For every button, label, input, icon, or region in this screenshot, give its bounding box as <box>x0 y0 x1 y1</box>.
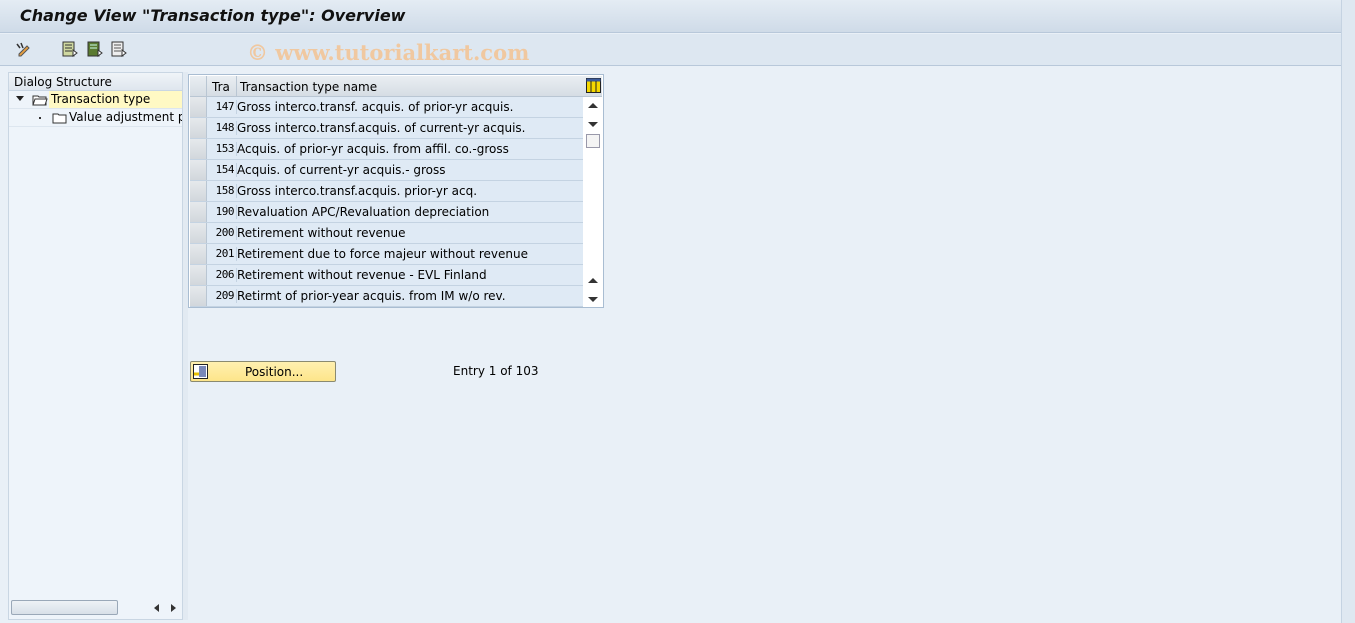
cell-name: Gross interco.transf. acquis. of prior-y… <box>236 100 581 114</box>
row-selector[interactable] <box>190 181 207 201</box>
row-selector[interactable] <box>190 118 207 138</box>
column-header-tra[interactable]: Tra <box>212 80 230 94</box>
row-selector[interactable] <box>190 286 207 306</box>
row-selector[interactable] <box>190 97 207 117</box>
row-selector[interactable] <box>190 160 207 180</box>
scroll-right-icon[interactable] <box>171 604 176 612</box>
scroll-thumb[interactable] <box>11 600 118 615</box>
cell-tra: 201 <box>215 247 235 260</box>
edit-glasses-icon[interactable] <box>15 41 31 57</box>
select-block-icon[interactable] <box>87 41 103 57</box>
title-bar: Change View "Transaction type": Overview <box>0 0 1341 33</box>
dialog-structure-panel: Dialog Structure Transaction type Value … <box>8 72 183 620</box>
tree-node-value-adjustment[interactable]: Value adjustment pro <box>9 109 182 127</box>
open-folder-icon <box>32 95 48 106</box>
tree-node-transaction-type[interactable]: Transaction type <box>9 91 182 109</box>
scroll-down-icon[interactable] <box>588 122 598 127</box>
row-selector[interactable] <box>190 139 207 159</box>
select-all-icon[interactable] <box>62 41 78 57</box>
column-settings-icon[interactable] <box>586 78 601 93</box>
folder-icon <box>52 113 67 124</box>
tree-node-label: Value adjustment pro <box>69 110 182 124</box>
table-row[interactable]: 209 Retirmt of prior-year acquis. from IM… <box>190 286 583 307</box>
cell-name: Gross interco.transf.acquis. prior-yr ac… <box>236 184 581 198</box>
scroll-page-down-icon[interactable] <box>588 297 598 302</box>
table-row[interactable]: 147 Gross interco.transf. acquis. of prio… <box>190 97 583 118</box>
cell-tra: 154 <box>215 163 235 176</box>
table-row[interactable]: 154 Acquis. of current-yr acquis.- gross <box>190 160 583 181</box>
expand-triangle-icon[interactable] <box>16 96 24 101</box>
cell-name: Acquis. of current-yr acquis.- gross <box>236 163 581 177</box>
cell-name: Gross interco.transf.acquis. of current-… <box>236 121 581 135</box>
table-row[interactable]: 148 Gross interco.transf.acquis. of curre… <box>190 118 583 139</box>
vertical-scrollbar[interactable] <box>583 97 603 307</box>
position-button-label: Position... <box>245 365 304 379</box>
entry-counter: Entry 1 of 103 <box>453 364 539 378</box>
watermark: © www.tutorialkart.com <box>247 40 530 65</box>
cell-tra: 200 <box>215 226 235 239</box>
table-row[interactable]: 158 Gross interco.transf.acquis. prior-yr… <box>190 181 583 202</box>
cell-name: Retirement without revenue - EVL Finland <box>236 268 581 282</box>
toolbar: © www.tutorialkart.com <box>0 34 1341 66</box>
cell-tra: 158 <box>215 184 235 197</box>
scroll-page-up-icon[interactable] <box>588 278 598 283</box>
table-row[interactable]: 153 Acquis. of prior-yr acquis. from affi… <box>190 139 583 160</box>
row-selector[interactable] <box>190 265 207 285</box>
cell-tra: 209 <box>215 289 235 302</box>
scroll-left-icon[interactable] <box>154 604 159 612</box>
cell-tra: 190 <box>215 205 235 218</box>
table-row[interactable]: 206 Retirement without revenue - EVL Finl… <box>190 265 583 286</box>
scroll-thumb[interactable] <box>586 134 600 148</box>
table-row[interactable]: 190 Revaluation APC/Revaluation depreciat… <box>190 202 583 223</box>
cell-tra: 206 <box>215 268 235 281</box>
table-row[interactable]: 201 Retirement due to force majeur withou… <box>190 244 583 265</box>
cell-name: Retirmt of prior-year acquis. from IM w/… <box>236 289 581 303</box>
select-all-rows-cell[interactable] <box>190 76 207 96</box>
dialog-structure-header: Dialog Structure <box>9 73 182 91</box>
transaction-type-table: Tra Transaction type name 147 Gross inter… <box>188 74 604 308</box>
bullet-icon <box>39 117 41 119</box>
cell-name: Acquis. of prior-yr acquis. from affil. … <box>236 142 581 156</box>
cell-tra: 148 <box>215 121 235 134</box>
row-selector[interactable] <box>190 202 207 222</box>
position-icon <box>193 364 208 379</box>
row-selector[interactable] <box>190 223 207 243</box>
cell-tra: 153 <box>215 142 235 155</box>
position-button[interactable]: Position... <box>190 361 336 382</box>
cell-name: Revaluation APC/Revaluation depreciation <box>236 205 581 219</box>
row-selector[interactable] <box>190 244 207 264</box>
cell-name: Retirement due to force majeur without r… <box>236 247 581 261</box>
cell-name: Retirement without revenue <box>236 226 581 240</box>
table-header: Tra Transaction type name <box>190 76 602 97</box>
cell-tra: 147 <box>215 100 235 113</box>
horizontal-scrollbar[interactable] <box>11 600 179 616</box>
window-edge <box>1341 0 1355 623</box>
page-title: Change View "Transaction type": Overview <box>20 6 406 25</box>
column-header-name[interactable]: Transaction type name <box>236 76 377 96</box>
tree-node-label: Transaction type <box>49 91 182 108</box>
deselect-all-icon[interactable] <box>111 41 127 57</box>
table-row[interactable]: 200 Retirement without revenue <box>190 223 583 244</box>
scroll-up-icon[interactable] <box>588 103 598 108</box>
